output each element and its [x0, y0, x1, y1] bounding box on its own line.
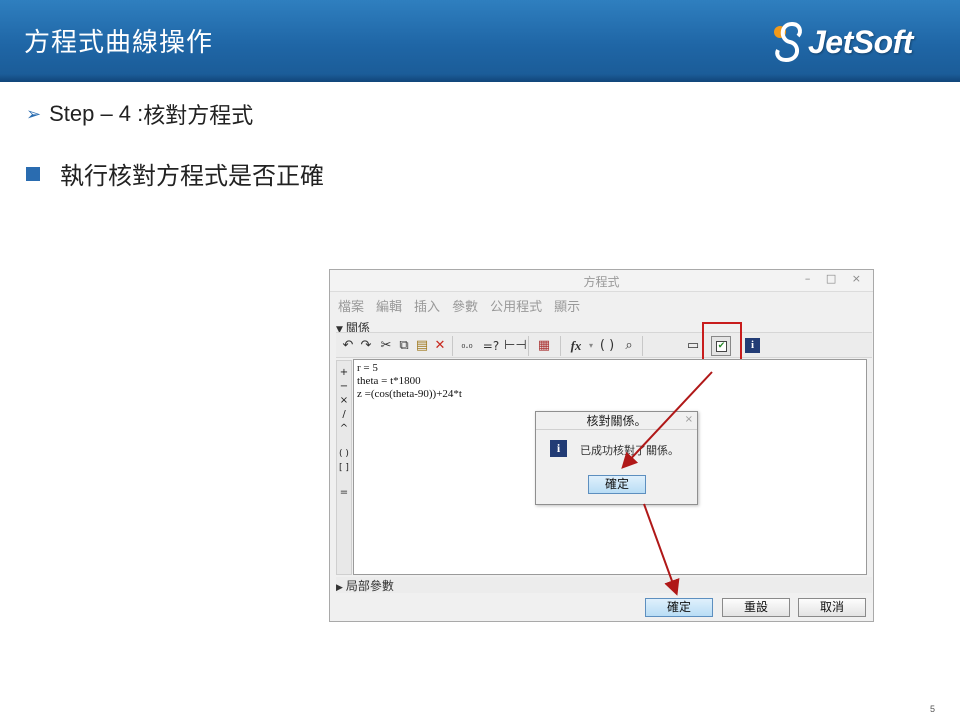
- cancel-button[interactable]: 取消: [798, 598, 866, 617]
- square-bullet-icon: [26, 166, 40, 181]
- palette-power[interactable]: ^: [337, 423, 351, 434]
- menu-parameters[interactable]: 參數: [452, 296, 478, 315]
- copy-icon[interactable]: ⧉: [396, 337, 412, 355]
- header-shadow: [0, 74, 960, 82]
- info-icon: i: [550, 440, 567, 457]
- palette-equals[interactable]: =: [337, 487, 351, 498]
- slide-title: 方程式曲線操作: [24, 28, 214, 58]
- menu-edit[interactable]: 編輯: [376, 296, 402, 315]
- equation-line: r = 5: [357, 362, 378, 374]
- menu-bar: 檔案 編輯 插入 參數 公用程式 顯示: [338, 296, 580, 315]
- arrow-bullet-icon: ➢: [26, 103, 42, 125]
- menu-file[interactable]: 檔案: [338, 296, 364, 315]
- palette-divide[interactable]: /: [337, 409, 351, 420]
- toolbar-separator: [642, 336, 643, 356]
- equation-line: z =(cos(theta-90))+24*t: [357, 388, 462, 400]
- function-dropdown-icon[interactable]: ▾: [586, 337, 596, 355]
- ok-button[interactable]: 確定: [645, 598, 713, 617]
- logo-mark-icon: [774, 22, 802, 63]
- sub-bullet-text: 執行核對方程式是否正確: [60, 162, 324, 190]
- expand-triangle-icon: ▶: [336, 583, 343, 593]
- jetsoft-logo: JetSoft: [770, 18, 913, 66]
- window-controls[interactable]: – □ ×: [805, 272, 867, 285]
- toolbar-separator: [528, 336, 529, 356]
- dialog-title: 方程式: [583, 275, 620, 289]
- step-bullet: ➢ Step – 4 : 核對方程式: [26, 98, 253, 130]
- undo-icon[interactable]: ↶: [340, 337, 356, 355]
- search-parameters-icon[interactable]: ⌕: [620, 337, 638, 355]
- popup-ok-button[interactable]: 確定: [588, 475, 646, 494]
- paste-icon[interactable]: ▤: [414, 337, 430, 355]
- parentheses-icon[interactable]: ( ): [598, 337, 616, 355]
- info-icon[interactable]: i: [745, 338, 760, 353]
- step-text: 核對方程式: [143, 104, 254, 129]
- palette-minus[interactable]: −: [337, 381, 351, 392]
- cut-icon[interactable]: ✂: [378, 337, 394, 355]
- relations-toolbar: ↶ ↷ ✂ ⧉ ▤ ✕ ₀.₀ =? ⊢⊣ ▦ fx ▾ ( ) ⌕ ▭ ✔ i: [336, 332, 872, 358]
- dialog-titlebar: 方程式 – □ ×: [330, 270, 873, 292]
- units-icon[interactable]: ₀.₀: [458, 337, 476, 355]
- toolbar-separator: [560, 336, 561, 356]
- menu-display[interactable]: 顯示: [554, 296, 580, 315]
- palette-parentheses[interactable]: ( ): [337, 449, 351, 459]
- local-parameters-label: 局部參數: [345, 579, 394, 593]
- redo-icon[interactable]: ↷: [358, 337, 374, 355]
- popup-close-icon[interactable]: ×: [685, 414, 693, 425]
- local-parameters-header[interactable]: ▶ 局部參數: [336, 577, 872, 593]
- dimension-icon[interactable]: ⊢⊣: [504, 337, 527, 355]
- equations-dialog: 方程式 – □ × 檔案 編輯 插入 參數 公用程式 顯示 ▼ 關係 ↶ ↷ ✂ …: [329, 269, 874, 622]
- popup-title: 核對關係。: [536, 412, 697, 430]
- menu-utilities[interactable]: 公用程式: [490, 296, 542, 315]
- sub-bullet: 執行核對方程式是否正確: [26, 156, 324, 191]
- delete-icon[interactable]: ✕: [432, 337, 448, 355]
- show-relations-icon[interactable]: ▭: [684, 337, 702, 355]
- menu-insert[interactable]: 插入: [414, 296, 440, 315]
- reset-button[interactable]: 重設: [722, 598, 790, 617]
- popup-message: 已成功核對了關係。: [580, 444, 679, 457]
- insert-function-button[interactable]: fx: [566, 337, 586, 355]
- palette-plus[interactable]: +: [337, 367, 351, 378]
- operator-palette: + − × / ^ ( ) [ ] =: [336, 360, 352, 575]
- verify-relations-popup: 核對關係。 × i 已成功核對了關係。 確定: [535, 411, 698, 505]
- highlight-box: [702, 322, 742, 364]
- logo-text: JetSoft: [808, 23, 913, 60]
- palette-multiply[interactable]: ×: [337, 395, 351, 406]
- evaluate-button[interactable]: =?: [480, 337, 502, 355]
- equation-line: theta = t*1800: [357, 375, 421, 387]
- toolbar-separator: [452, 336, 453, 356]
- sort-relations-icon[interactable]: ▦: [534, 337, 554, 355]
- palette-brackets[interactable]: [ ]: [337, 463, 351, 473]
- page-number: 5: [930, 704, 936, 714]
- step-label: Step – 4 :: [49, 101, 144, 126]
